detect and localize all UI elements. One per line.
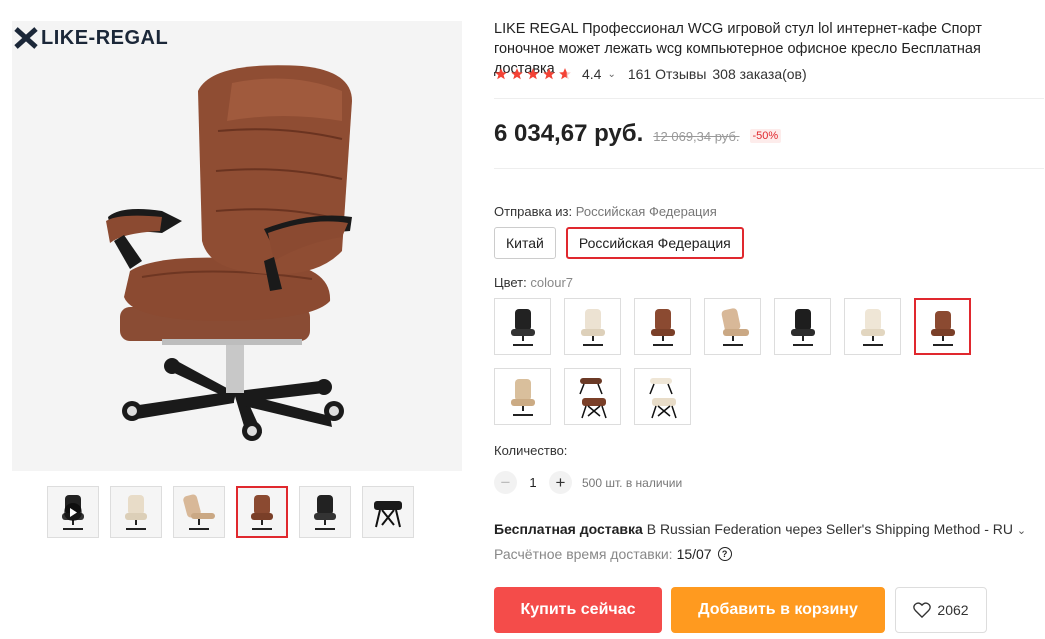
color-swatch[interactable] [774,298,831,355]
color-swatch-selected[interactable] [914,298,971,355]
chair-swatch-icon [790,308,815,346]
quantity-value[interactable]: 1 [517,475,549,490]
color-value: colour7 [530,275,574,290]
reviews-link[interactable]: 161 Отзывы [628,66,707,82]
stock-available: 500 шт. в наличии [582,475,683,490]
color-swatches [494,298,994,425]
eta-date: 15/07 [676,546,712,562]
quantity-minus-button[interactable]: − [494,471,517,494]
thumbnail-black[interactable] [299,486,351,538]
chair-swatch-icon [930,310,955,346]
price-row: 6 034,67 руб. 12 069,34 руб. -50% [494,120,782,148]
ottoman-swatch-icon [578,377,607,418]
color-swatch[interactable] [704,298,761,355]
star-icon [527,68,539,80]
divider [494,98,1044,99]
quantity-stepper: − 1 + 500 шт. в наличии [494,471,682,494]
eta-label: Расчётное время доставки: [494,546,673,562]
quantity-plus-button[interactable]: + [549,471,572,494]
ship-option-russia[interactable]: Российская Федерация [565,227,744,259]
chair-thumb-icon [314,495,336,530]
chair-swatch-icon [650,308,675,346]
color-swatch[interactable] [844,298,901,355]
color-caption: Цвет: [494,275,527,290]
star-half-icon [559,68,571,80]
play-icon [64,503,82,521]
star-icon [511,68,523,80]
chair-swatch-icon [580,308,605,346]
free-shipping-label: Бесплатная доставка [494,521,643,537]
ship-from-caption: Отправка из: [494,204,573,219]
thumbnail-beige-reclined[interactable] [173,486,225,538]
chevron-down-icon[interactable]: ⌄ [1017,525,1026,537]
thumbnail-ottoman[interactable] [362,486,414,538]
chair-swatch-icon [860,308,885,346]
buy-now-button[interactable]: Купить сейчас [494,587,662,633]
chair-swatch-icon [721,307,749,346]
wishlist-button[interactable]: 2062 [895,587,987,633]
star-icon [495,68,507,80]
thumbnail-video[interactable] [47,486,99,538]
orders-count: 308 заказа(ов) [712,66,807,82]
delivery-eta: Расчётное время доставки: 15/07 ? [494,546,732,562]
chair-swatch-icon [510,378,535,416]
ship-from-label: Отправка из: Российская Федерация [494,204,717,219]
star-icon [543,68,555,80]
ship-from-options: Китай Российская Федерация [494,227,744,259]
chair-thumb-icon [251,495,273,530]
help-icon[interactable]: ? [717,547,732,561]
rating-stars [494,67,572,81]
heart-icon [913,602,932,618]
thumbnail-strip [47,486,414,538]
add-to-cart-button[interactable]: Добавить в корзину [671,587,885,633]
chevron-down-icon[interactable]: ⌄ [607,69,615,80]
thumbnail-brown[interactable] [236,486,288,538]
chair-thumb-icon [183,494,215,530]
color-label: Цвет: colour7 [494,275,573,290]
color-swatch[interactable] [494,298,551,355]
chair-illustration [106,65,352,441]
ottoman-thumb-icon [374,501,402,528]
wishlist-count: 2062 [937,602,969,618]
color-swatch[interactable] [634,368,691,425]
ship-from-value: Российская Федерация [575,204,717,219]
chair-swatch-icon [510,308,535,346]
delivery-details: В Russian Federation через Seller's Ship… [642,521,1013,537]
brand-logo-text: LIKE-REGAL [41,26,169,49]
current-price: 6 034,67 руб. [494,120,644,147]
color-swatch[interactable] [634,298,691,355]
divider [494,168,1044,169]
chair-thumb-icon [125,495,147,530]
color-swatch[interactable] [494,368,551,425]
ottoman-swatch-icon [648,377,677,418]
old-price: 12 069,34 руб. [653,129,740,144]
discount-badge: -50% [749,129,782,143]
quantity-label: Количество: [494,443,568,458]
main-product-image[interactable] [12,21,462,471]
delivery-info[interactable]: Бесплатная доставка В Russian Federation… [494,521,1026,537]
ship-option-china[interactable]: Китай [494,227,556,259]
brand-mark-icon [14,27,38,49]
thumbnail-cream[interactable] [110,486,162,538]
rating-row: 4.4 ⌄ 161 Отзывы 308 заказа(ов) [494,66,807,82]
color-swatch[interactable] [564,368,621,425]
color-swatch[interactable] [564,298,621,355]
brand-logo: LIKE-REGAL [14,24,168,52]
rating-value[interactable]: 4.4 [582,66,601,82]
